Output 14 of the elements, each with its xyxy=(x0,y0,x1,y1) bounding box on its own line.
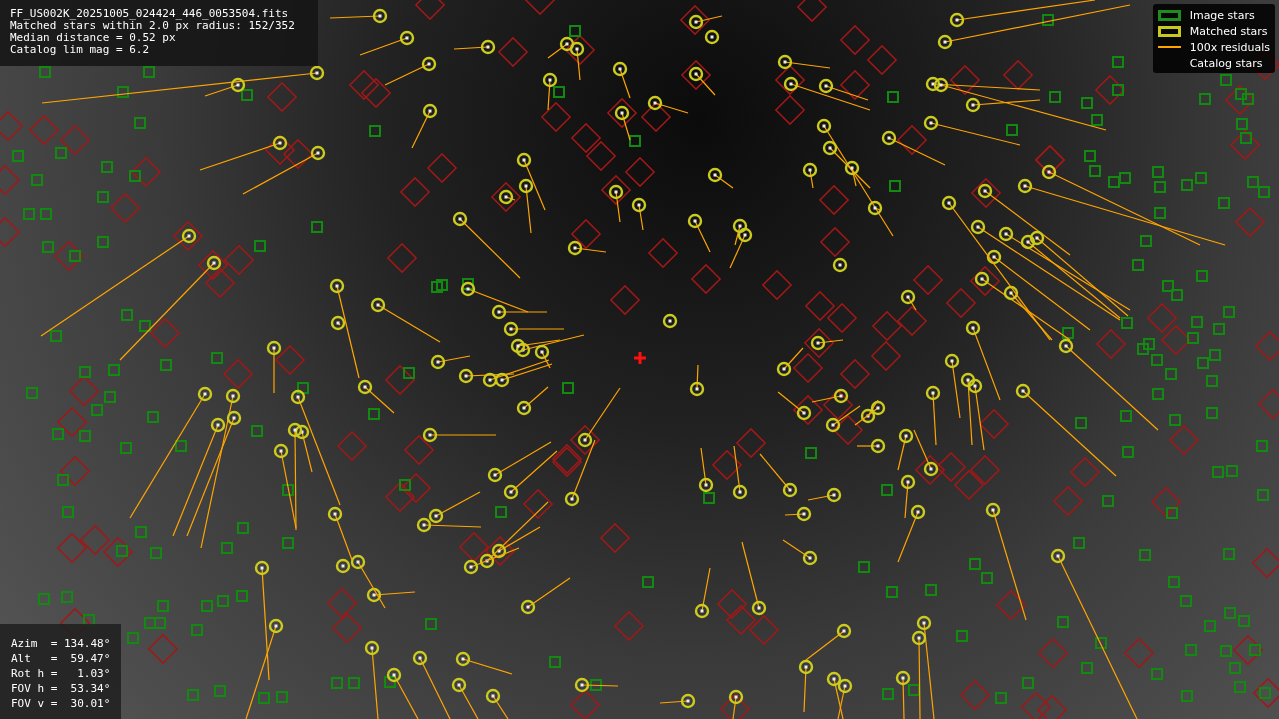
legend-label: Image stars xyxy=(1189,8,1255,22)
legend-label: Matched stars xyxy=(1189,24,1268,38)
crosshair-icon xyxy=(634,352,646,364)
pointing-text: Rot h = 1.03° xyxy=(11,666,112,681)
legend-label: 100x residuals xyxy=(1189,40,1270,54)
pointing-text: Azim = 134.48° xyxy=(11,636,112,651)
pointing-text: FOV v = 30.01° xyxy=(11,696,112,711)
info-text: FF_US002K_20251005_024424_446_0053504.fits xyxy=(10,8,290,20)
info-text: Median distance = 0.52 px xyxy=(10,32,177,44)
legend-label: Catalog stars xyxy=(1189,56,1263,70)
pointing-text: FOV h = 53.34° xyxy=(11,681,112,696)
pointing-text: Alt = 59.47° xyxy=(11,651,112,666)
info-text: Matched stars within 2.0 px radius: 152/352 xyxy=(10,20,296,32)
info-text: Catalog lim mag = 6.2 xyxy=(10,44,151,56)
